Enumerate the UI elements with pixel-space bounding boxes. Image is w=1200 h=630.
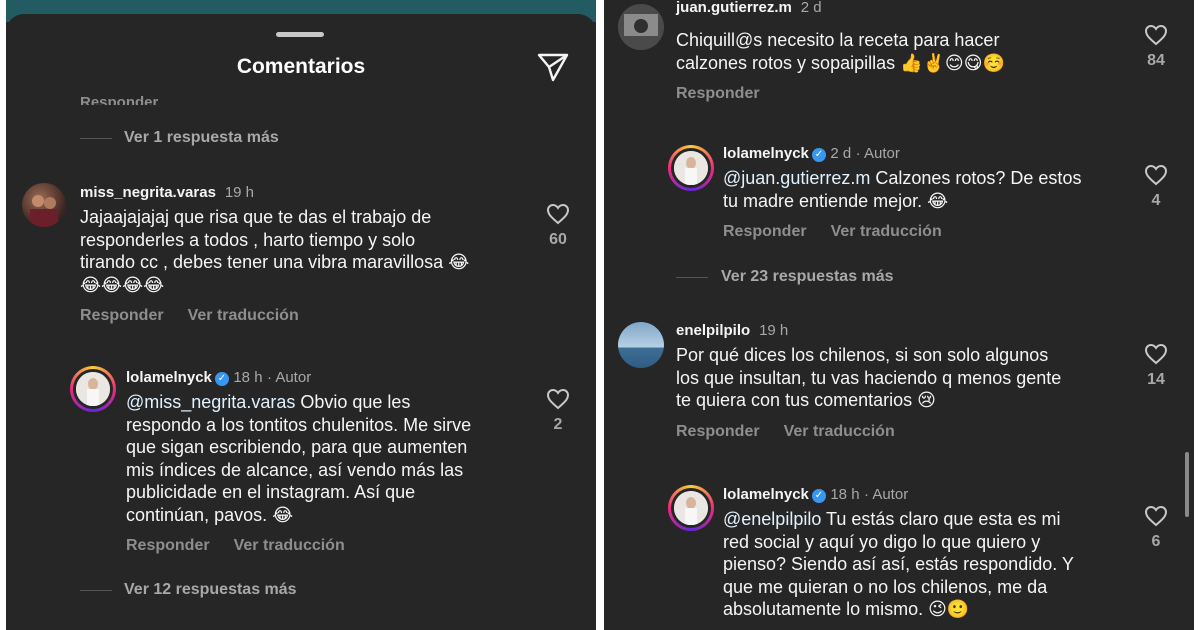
comment-juan: juan.gutierrez.m 2 d Chiquill@s necesito… [676,0,1136,103]
divider-line [80,138,112,139]
comment-text: Chiquill@s necesito la receta para hacer… [676,30,1005,73]
like-count: 84 [1147,52,1165,69]
author-reply: lolamelnyck ✓ 18 h · Autor @enelpilpilo T… [723,486,1133,621]
like-button[interactable]: 6 [1144,505,1168,551]
translate-button[interactable]: Ver traducción [784,423,895,440]
comment-username[interactable]: miss_negrita.varas [80,184,216,201]
like-count: 60 [549,231,567,248]
like-button[interactable]: 14 [1144,343,1168,389]
reply-text: @miss_negrita.varas Obvio que les respon… [126,392,472,525]
avatar[interactable] [618,4,664,50]
comment-actions: Responder Ver traducción [80,307,530,325]
comment-username[interactable]: juan.gutierrez.m [676,0,792,16]
comment-actions: Responder Ver traducción [676,423,1136,441]
right-screenshot-panel: juan.gutierrez.m 2 d Chiquill@s necesito… [604,0,1194,630]
reply-button[interactable]: Responder [126,537,210,554]
author-tag: · Autor [855,145,900,162]
reply-time: 2 d [830,145,852,162]
left-screenshot-panel: Comentarios Responder Ver 1 respuesta má… [6,0,596,630]
mention-link[interactable]: @miss_negrita.varas [126,392,295,412]
reply-time: 18 h [233,369,263,386]
reply-button[interactable]: Responder [676,423,760,440]
comment-time: 2 d [800,0,822,16]
like-count: 14 [1147,371,1165,388]
comment-time: 19 h [224,184,255,201]
reply-button[interactable]: Responder [676,85,760,102]
reply-text: @enelpilpilo Tu estás claro que esta es … [723,509,1074,619]
like-button[interactable]: 84 [1144,24,1168,70]
comment-text: Jajaajajajaj que risa que te das el trab… [80,207,470,295]
verified-badge-icon: ✓ [214,372,229,386]
comment-enelpilpilo: enelpilpilo 19 h Por qué dices los chile… [676,322,1136,441]
comment-username[interactable]: enelpilpilo [676,322,750,339]
heart-outline-icon [1144,505,1168,527]
heart-outline-icon [1144,343,1168,365]
mention-link[interactable]: @enelpilpilo [723,509,821,529]
author-avatar[interactable] [668,145,714,191]
like-button[interactable]: 60 [546,203,570,249]
view-more-replies-link[interactable]: Ver 23 respuestas más [721,268,894,286]
translate-button[interactable]: Ver traducción [234,537,345,554]
translate-button[interactable]: Ver traducción [831,223,942,240]
reply-button[interactable]: Responder [723,223,807,240]
comment-text: Por qué dices los chilenos, si son solo … [676,345,1062,410]
reply-text: @juan.gutierrez.m Calzones rotos? De est… [723,168,1082,211]
avatar[interactable] [618,322,664,368]
like-count: 2 [553,416,563,433]
mention-link[interactable]: @juan.gutierrez.m [723,168,870,188]
like-count: 6 [1151,533,1161,550]
divider-line [80,590,112,591]
heart-outline-icon [1144,24,1168,46]
divider-line [676,277,708,278]
verified-badge-icon: ✓ [811,489,826,503]
reply-time: 18 h [830,486,860,503]
reply-button[interactable]: Responder [80,307,164,324]
view-more-replies-link[interactable]: Ver 12 respuestas más [124,581,297,599]
partial-reply-action[interactable]: Responder [80,88,158,105]
heart-outline-icon [1144,164,1168,186]
translate-button[interactable]: Ver traducción [188,307,299,324]
heart-outline-icon [546,203,570,225]
author-reply: lolamelnyck ✓ 18 h · Autor @miss_negrita.… [126,369,536,555]
reply-username[interactable]: lolamelnyck [126,369,212,386]
author-reply: lolamelnyck ✓ 2 d · Autor @juan.gutierrez… [723,145,1133,241]
reply-actions: Responder Ver traducción [723,223,1133,241]
verified-badge-icon: ✓ [811,148,826,162]
comment-actions: Responder [676,85,1136,103]
send-icon[interactable] [536,52,570,82]
author-tag: · Autor [864,486,909,503]
heart-outline-icon [546,388,570,410]
like-button[interactable]: 4 [1144,164,1168,210]
reply-username[interactable]: lolamelnyck [723,486,809,503]
author-avatar[interactable] [70,366,116,412]
avatar[interactable] [22,183,66,227]
scrollbar[interactable] [1185,452,1189,517]
drag-handle[interactable] [276,32,324,37]
reply-actions: Responder Ver traducción [126,537,536,555]
like-count: 4 [1151,192,1161,209]
like-button[interactable]: 2 [546,388,570,434]
sheet-title: Comentarios [236,55,366,78]
comment-time: 19 h [759,322,789,339]
view-more-replies-link[interactable]: Ver 1 respuesta más [124,129,279,147]
author-tag: · Autor [267,369,312,386]
author-avatar[interactable] [668,485,714,531]
comment-miss-negrita: miss_negrita.varas 19 h Jajaajajajaj que… [80,184,530,325]
reply-username[interactable]: lolamelnyck [723,145,809,162]
